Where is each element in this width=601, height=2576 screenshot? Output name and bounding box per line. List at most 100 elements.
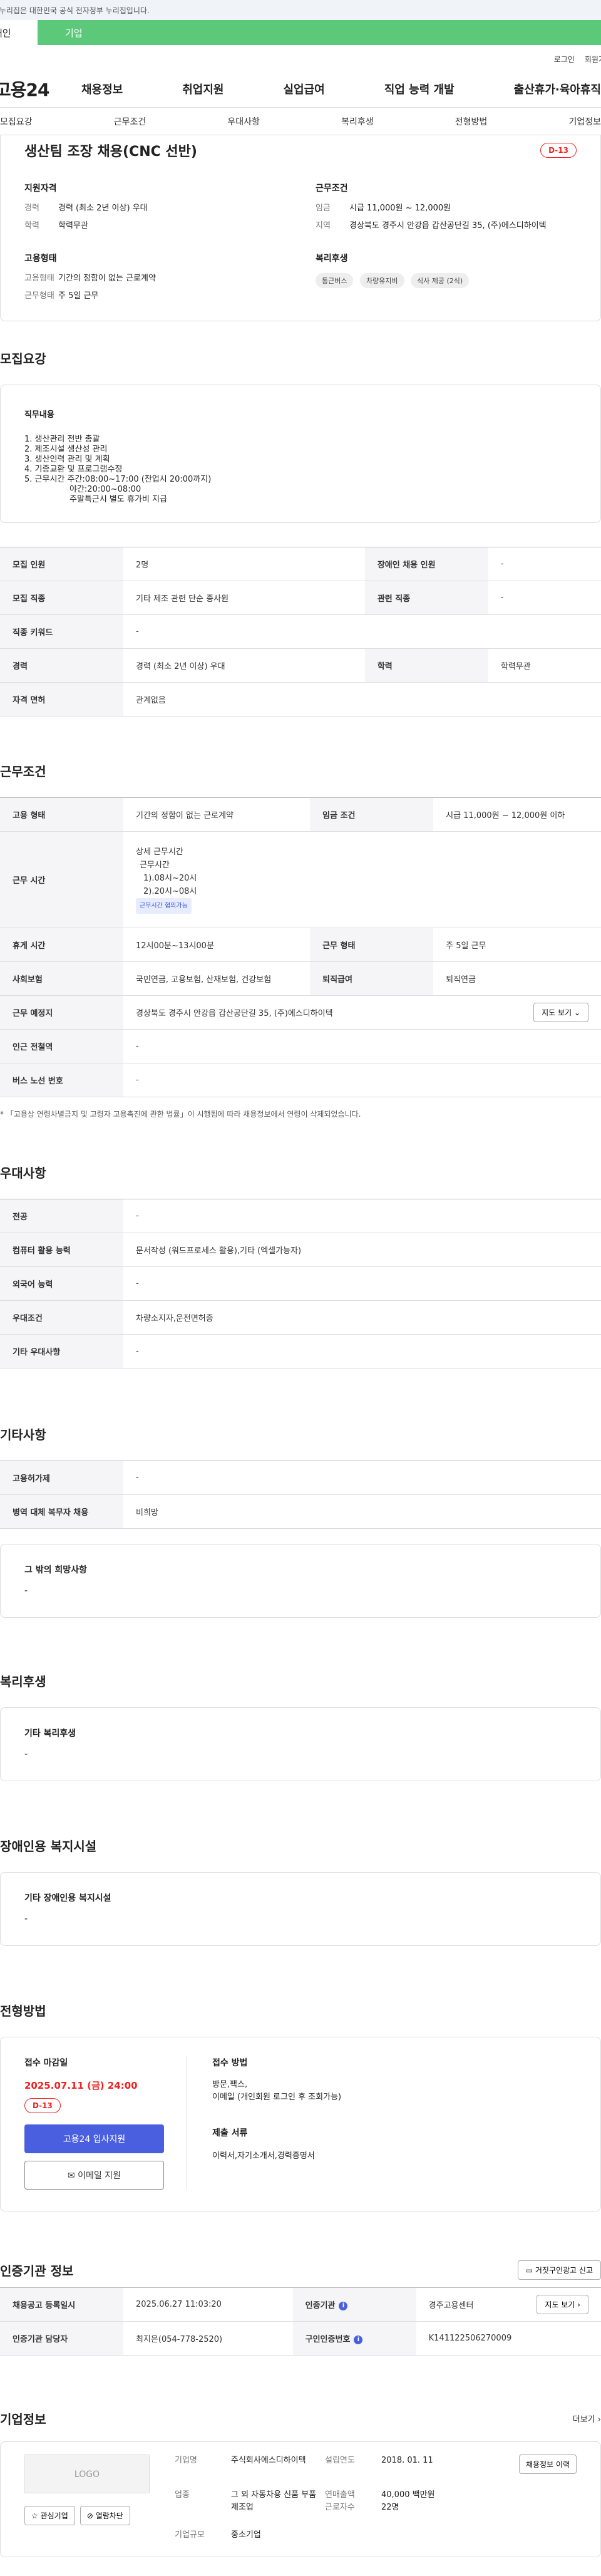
company-name-value: 주식회사에스디하이텍	[231, 2456, 306, 2465]
deadline-label: 접수 마감일	[24, 2058, 68, 2068]
job-summary-card: 생산팀 조장 채용(CNC 선반) D-13 지원자격 경력 경력 (최소 2년 …	[0, 135, 601, 321]
keyword-value: -	[123, 614, 601, 649]
document-icon: ▭	[525, 2266, 533, 2275]
table-row: 우대조건 차량소지자,운전면허증	[0, 1300, 601, 1335]
etc-wish-heading: 그 밖의 희망사항	[24, 1565, 87, 1575]
work-table: 고용 형태 기간의 정함이 없는 근로계약 임금 조건 시급 11,000원 ~ 1…	[0, 797, 601, 1097]
established-label: 설립연도	[325, 2456, 355, 2465]
gov-banner: 이 누리집은 대한민국 공식 전자정부 누리집입니다.	[0, 0, 601, 20]
scale-label: 기업규모	[175, 2530, 205, 2540]
process-card: 접수 마감일 2025.07.11 (금) 24:00 D-13 고용24 입사…	[0, 2037, 601, 2211]
gnb-unemployment-benefit[interactable]: 실업급여	[284, 81, 325, 97]
email-apply-button[interactable]: ✉ 이메일 지원	[24, 2161, 164, 2190]
false-ad-report-button[interactable]: ▭ 거짓구인광고 신고	[517, 2260, 601, 2280]
insurance-label: 사회보험	[0, 961, 123, 996]
other-preference-label: 기타 우대사항	[0, 1334, 123, 1368]
etc-heading: 기타사항	[0, 1427, 46, 1442]
company-logo-column: LOGO ☆ 관심기업 ⊘ 열람차단	[24, 2454, 175, 2542]
benefit-card: 기타 복리후생 -	[0, 1707, 601, 1781]
preference-label: 우대조건	[0, 1300, 123, 1335]
signup-link[interactable]: 회원가입	[585, 54, 601, 70]
tab-benefits[interactable]: 복리후생	[341, 115, 374, 128]
retirement-value: 퇴직연금	[433, 961, 601, 996]
cert-table: 채용공고 등록일시 2025.06.27 11:03:20 인증기관 i 경주고용센…	[0, 2287, 601, 2356]
disability-card: 기타 장애인용 복지시설 -	[0, 1872, 601, 1946]
welfare-chip: 식사 제공 (2식)	[411, 273, 470, 288]
block-icon: ⊘	[86, 2511, 93, 2520]
duty-heading: 직무내용	[24, 410, 54, 420]
org-map-button[interactable]: 지도 보기 ›	[537, 2295, 588, 2314]
occupation-label: 모집 직종	[0, 581, 123, 615]
tab-personal[interactable]: 개인	[0, 20, 38, 45]
disabled-headcount-value: -	[488, 547, 601, 581]
info-icon[interactable]: i	[339, 2301, 348, 2310]
sales-value: 40,000 백만원	[381, 2490, 435, 2500]
condition-block: 근무조건 임금 시급 11,000원 ~ 12,000원 지역 경상북도 경주시 안…	[316, 182, 577, 238]
bus-label: 버스 노선 번호	[0, 1063, 123, 1097]
employees-value: 22명	[381, 2503, 399, 2512]
other-preference-value: -	[123, 1334, 601, 1368]
industry-label: 업종	[175, 2490, 190, 2500]
tab-work-conditions[interactable]: 근무조건	[114, 115, 146, 128]
table-row: 자격 면허 관계없음	[0, 682, 601, 716]
block-company-button[interactable]: ⊘ 열람차단	[80, 2506, 130, 2525]
map-button[interactable]: 지도 보기 ⌄	[533, 1003, 588, 1022]
company-header: 기업정보 더보기 ›	[0, 2409, 601, 2428]
work-heading: 근무조건	[0, 764, 46, 779]
education-value: 학력무관	[488, 648, 601, 683]
gnb-employment-support[interactable]: 취업지원	[182, 81, 223, 97]
major-label: 전공	[0, 1199, 123, 1233]
recruit-history-button[interactable]: 채용정보 이력	[518, 2454, 577, 2474]
location-cell: 경상북도 경주시 안강읍 갑산공단길 35, (주)에스디하이텍 지도 보기 ⌄	[123, 995, 601, 1030]
tab-recruit[interactable]: 모집요강	[0, 115, 33, 128]
duty-card: 직무내용 1. 생산관리 전반 총괄 2. 제조시설 생산성 관리 3. 생산인…	[0, 385, 601, 523]
cert-org-value: 경주고용센터	[428, 2301, 474, 2310]
tab-company[interactable]: 기업	[38, 20, 601, 45]
company-name-label: 기업명	[175, 2456, 197, 2465]
qualification-heading: 지원자격	[24, 184, 57, 194]
tab-preferences[interactable]: 우대사항	[227, 115, 260, 128]
wage-label: 임금 조건	[310, 797, 434, 832]
computer-skill-value: 문서작성 (워드프로세스 활용),기타 (엑셀가능자)	[123, 1233, 601, 1267]
gnb-vocational-training[interactable]: 직업 능력 개발	[384, 81, 455, 97]
chevron-down-icon: ⌄	[573, 1008, 580, 1017]
military-label: 병역 대체 복무자 채용	[0, 1494, 123, 1529]
company-logo: LOGO	[24, 2454, 150, 2493]
gnb-parental-leave[interactable]: 출산휴가·육아휴직	[514, 81, 601, 97]
table-row: 기타 우대사항 -	[0, 1334, 601, 1368]
table-row: 경력 경력 (최소 2년 이상) 우대 학력 학력무관	[0, 648, 601, 683]
employment-type-label: 고용 형태	[0, 797, 123, 832]
info-icon[interactable]: i	[354, 2335, 363, 2344]
sales-employee-values: 40,000 백만원 22명	[381, 2489, 469, 2514]
table-row: 외국어 능력 -	[0, 1266, 601, 1301]
disability-box-heading: 기타 장애인용 복지시설	[24, 1893, 111, 1903]
company-more-link[interactable]: 더보기 ›	[573, 2413, 601, 2424]
process-heading: 전형방법	[0, 2004, 46, 2019]
condition-heading: 근무조건	[316, 184, 348, 194]
military-value: 비희망	[123, 1494, 601, 1529]
tab-process[interactable]: 전형방법	[455, 115, 488, 128]
region-value: 경상북도 경주시 안강읍 갑산공단길 35, (주)에스디하이텍	[349, 221, 547, 230]
login-link[interactable]: 로그인	[554, 54, 575, 70]
tab-company-info[interactable]: 기업정보	[568, 115, 601, 128]
work-time-title: 상세 근무시간	[136, 847, 183, 857]
apply-button[interactable]: 고용24 입사지원	[24, 2124, 164, 2153]
pref-table: 전공 - 컴퓨터 활용 능력 문서작성 (워드프로세스 활용),기타 (엑셀가능자)…	[0, 1199, 601, 1368]
language-label: 외국어 능력	[0, 1266, 123, 1301]
recruit-table: 모집 인원 2명 장애인 채용 인원 - 모집 직종 기타 제조 관련 단순 종사원 관련…	[0, 547, 601, 716]
mail-icon: ✉	[67, 2171, 75, 2181]
benefit-heading: 복리후생	[0, 1674, 46, 1689]
table-row: 인근 전철역 -	[0, 1029, 601, 1063]
negotiable-badge: 근무시간 협의가능	[136, 898, 192, 914]
disability-box-value: -	[24, 1914, 28, 1924]
table-row: 모집 인원 2명 장애인 채용 인원 -	[0, 547, 601, 581]
work-time-label: 근무 시간	[0, 831, 123, 928]
site-logo[interactable]: 고용24	[0, 76, 81, 101]
scale-value: 중소기업	[231, 2530, 261, 2540]
table-row: 고용 형태 기간의 정함이 없는 근로계약 임금 조건 시급 11,000원 ~ 1…	[0, 797, 601, 832]
welfare-block: 복리후생 통근버스 차량유지비 식사 제공 (2식)	[316, 252, 577, 308]
cert-heading: 인증기관 정보	[0, 2263, 74, 2279]
favorite-company-button[interactable]: ☆ 관심기업	[24, 2506, 75, 2525]
gnb-jobs[interactable]: 채용정보	[81, 81, 123, 97]
break-value: 12시00분~13시00분	[123, 928, 311, 962]
